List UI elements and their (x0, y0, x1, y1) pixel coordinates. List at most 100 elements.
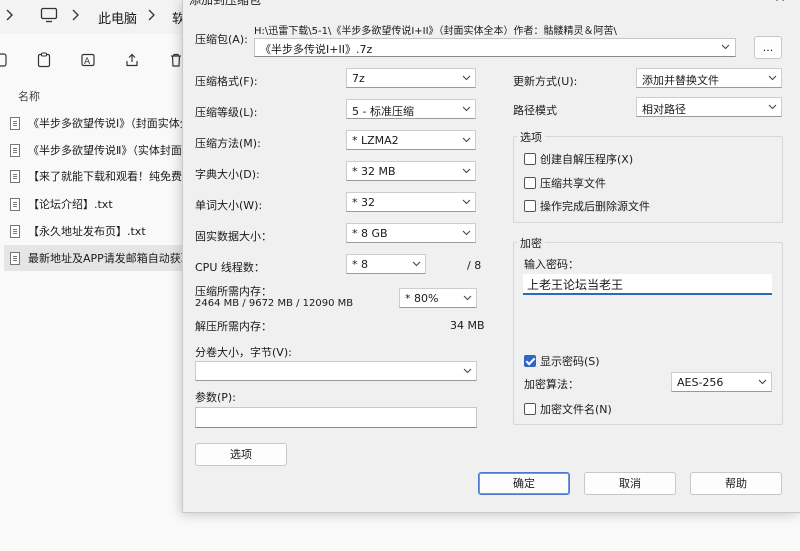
password-input[interactable]: 上老王论坛当老王 (523, 274, 772, 295)
add-to-archive-dialog: 添加到压缩包 ✕ 压缩包(A): H:\迅雷下载\5-1\《半步多欲望传说I+I… (182, 0, 800, 513)
cpu-threads-select[interactable]: * 8 (346, 254, 426, 274)
dictionary-select[interactable]: * 32 MB (346, 161, 476, 181)
archive-label: 压缩包(A): (195, 33, 248, 46)
chevron-down-icon (463, 365, 472, 374)
cpu-threads-total: / 8 (467, 259, 482, 272)
format-select[interactable]: 7z (346, 68, 476, 88)
name-column-header[interactable]: 名称 (18, 88, 40, 104)
decompress-memory-label: 解压所需内存： (195, 320, 272, 333)
solid-block-label: 固实数据大小： (195, 230, 272, 243)
chevron-down-icon (768, 72, 777, 81)
document-icon (10, 224, 20, 238)
rename-icon[interactable]: A (80, 52, 96, 68)
monitor-icon[interactable] (40, 7, 58, 26)
checkbox-box[interactable] (524, 403, 536, 415)
show-password-label: 显示密码(S) (540, 355, 600, 368)
copy-icon[interactable] (0, 52, 16, 68)
show-password-checkbox[interactable]: 显示密码(S) (524, 353, 600, 369)
path-mode-value: 相对路径 (642, 103, 686, 116)
encryption-method-label: 加密算法： (524, 378, 579, 391)
cancel-button[interactable]: 取消 (584, 472, 676, 495)
file-name: 【论坛介绍】.txt (28, 198, 113, 211)
parameters-input[interactable] (195, 407, 477, 428)
solid-block-select-value: * 8 GB (352, 227, 388, 240)
chevron-down-icon (462, 103, 471, 112)
word-size-label: 单词大小(W): (195, 199, 263, 212)
document-icon (10, 251, 20, 265)
update-mode-select[interactable]: 添加并替换文件 (636, 68, 782, 88)
close-icon[interactable]: ✕ (774, 0, 786, 6)
encryption-method-select[interactable]: AES-256 (671, 372, 772, 392)
document-icon (10, 143, 20, 157)
paste-icon[interactable] (36, 52, 52, 68)
file-list-item[interactable]: 最新地址及APP请发邮箱自动获取 (4, 245, 184, 271)
chevron-right-icon[interactable] (6, 7, 14, 26)
update-mode-label: 更新方式(U): (513, 75, 578, 88)
delete-after-checkbox[interactable]: 操作完成后删除源文件 (524, 198, 650, 214)
encrypt-filenames-label: 加密文件名(N) (540, 403, 612, 416)
level-select-value: 5 - 标准压缩 (352, 105, 414, 118)
create-sfx-checkbox[interactable]: 创建自解压程序(X) (524, 151, 633, 167)
decompress-memory-value: 34 MB (450, 319, 485, 332)
solid-block-select[interactable]: * 8 GB (346, 223, 476, 243)
compress-memory-detail: 2464 MB / 9672 MB / 12090 MB (195, 298, 354, 309)
checkbox-box[interactable] (524, 200, 536, 212)
file-name: 【永久地址发布页】.txt (28, 225, 146, 238)
update-mode-value: 添加并替换文件 (642, 74, 719, 87)
level-label: 压缩等级(L): (195, 106, 258, 119)
options-group-title: 选项 (517, 129, 545, 145)
path-mode-select[interactable]: 相对路径 (636, 97, 782, 117)
ok-button[interactable]: 确定 (478, 472, 570, 495)
chevron-right-icon (72, 7, 80, 27)
file-list-item[interactable]: 【来了就能下载和观看！纯免费】 (4, 163, 184, 189)
file-list-item[interactable]: 【论坛介绍】.txt (4, 191, 184, 217)
cpu-threads-select-value: * 8 (352, 258, 368, 271)
format-label: 压缩格式(F): (195, 75, 258, 88)
svg-text:A: A (84, 57, 91, 67)
checkbox-box[interactable] (524, 153, 536, 165)
cpu-threads-label: CPU 线程数： (195, 261, 265, 274)
chevron-down-icon (462, 134, 471, 143)
chevron-down-icon (463, 292, 472, 301)
delete-after-label: 操作完成后删除源文件 (540, 200, 650, 213)
split-volume-select[interactable] (195, 361, 477, 381)
encrypt-filenames-checkbox[interactable]: 加密文件名(N) (524, 401, 612, 417)
file-name: 《半步多欲望传说Ⅱ》（实体封面全本） (28, 144, 184, 157)
chevron-down-icon (462, 227, 471, 236)
file-list-item[interactable]: 《半步多欲望传说Ⅱ》（实体封面全本） (4, 137, 184, 163)
password-label: 输入密码： (524, 258, 579, 271)
format-select-value: 7z (352, 72, 365, 85)
options-button[interactable]: 选项 (195, 443, 287, 466)
create-sfx-label: 创建自解压程序(X) (540, 153, 634, 166)
chevron-down-icon (412, 258, 421, 267)
method-label: 压缩方法(M): (195, 137, 261, 150)
path-mode-label: 路径模式 (513, 104, 557, 117)
parameters-label: 参数(P): (195, 391, 236, 404)
chevron-down-icon (462, 165, 471, 174)
breadcrumb-item[interactable]: 此电脑 (98, 8, 137, 27)
memory-percent-select[interactable]: * 80% (399, 288, 477, 308)
checkbox-box[interactable] (524, 177, 536, 189)
chevron-down-icon[interactable] (721, 41, 730, 54)
compress-shared-label: 压缩共享文件 (540, 177, 606, 190)
chevron-down-icon (758, 376, 767, 385)
archive-name-input[interactable]: 《半步多传说I+II》.7z (254, 38, 736, 57)
document-icon (10, 169, 20, 183)
word-size-select[interactable]: * 32 (346, 192, 476, 212)
dictionary-select-value: * 32 MB (352, 165, 396, 178)
checkbox-box[interactable] (524, 355, 536, 367)
share-icon[interactable] (124, 52, 140, 68)
compress-memory-label: 压缩所需内存： (195, 285, 272, 298)
file-name: 【来了就能下载和观看！纯免费】 (28, 170, 184, 183)
chevron-down-icon (462, 196, 471, 205)
file-name: 最新地址及APP请发邮箱自动获取 (28, 252, 184, 265)
compress-shared-checkbox[interactable]: 压缩共享文件 (524, 175, 606, 191)
archive-path-text: H:\迅雷下载\5-1\《半步多欲望传说I+II》（封面实体全本）作者：骷髅精灵… (254, 26, 617, 37)
help-button[interactable]: 帮助 (690, 472, 782, 495)
archive-name-value: 《半步多传说I+II》.7z (260, 43, 373, 56)
method-select[interactable]: * LZMA2 (346, 130, 476, 150)
browse-button[interactable]: ... (754, 36, 782, 59)
file-list-item[interactable]: 【永久地址发布页】.txt (4, 218, 184, 244)
level-select[interactable]: 5 - 标准压缩 (346, 99, 476, 119)
file-list-item[interactable]: 《半步多欲望传说Ⅰ》（封面实体全本） (4, 110, 184, 136)
